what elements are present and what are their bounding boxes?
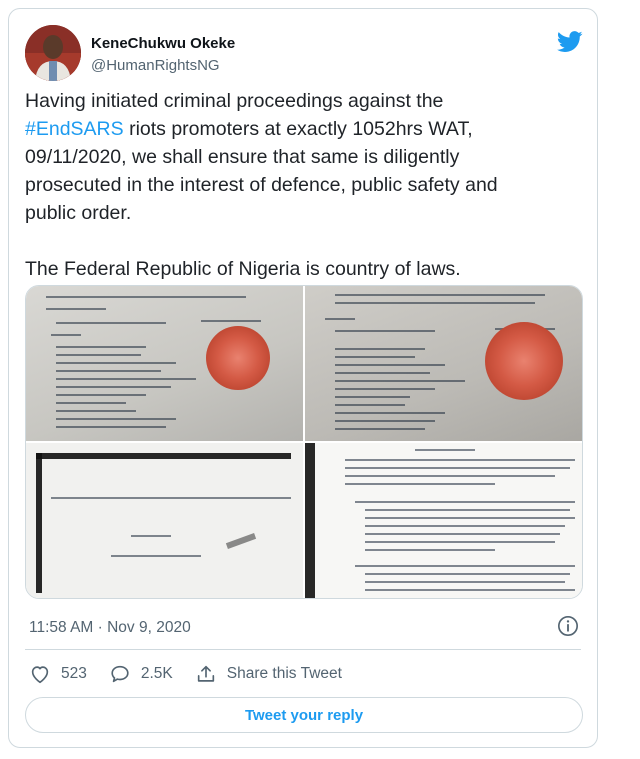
avatar[interactable]	[25, 25, 81, 81]
tweet-actions: 523 2.5K Share this Tweet	[29, 661, 364, 687]
reply-button[interactable]: 2.5K	[109, 663, 173, 685]
heart-icon	[31, 666, 49, 684]
document-photo-3[interactable]	[26, 443, 303, 598]
tweet-text-part2: riots promoters at exactly 1052hrs WAT, …	[25, 118, 498, 280]
document-photo-2[interactable]	[305, 286, 582, 441]
tweet-your-reply-button[interactable]: Tweet your reply	[25, 697, 583, 733]
document-photo-1[interactable]	[26, 286, 303, 441]
share-icon	[197, 665, 214, 682]
media-grid	[25, 285, 583, 599]
info-icon[interactable]	[557, 615, 579, 637]
author-handle[interactable]: @HumanRightsNG	[91, 57, 220, 74]
court-stamp	[206, 326, 270, 390]
tweet-timestamp[interactable]: 11:58 AM · Nov 9, 2020	[29, 619, 191, 637]
like-button[interactable]: 523	[29, 663, 87, 685]
hashtag-link[interactable]: #EndSARS	[25, 118, 124, 140]
tweet-text-part1: Having initiated criminal proceedings ag…	[25, 90, 444, 112]
tweet-card: KeneChukwu Okeke @HumanRightsNG Having i…	[8, 8, 598, 748]
like-count: 523	[61, 665, 87, 682]
tweet-text: Having initiated criminal proceedings ag…	[25, 87, 585, 283]
twitter-bird-icon[interactable]	[557, 31, 583, 53]
divider	[25, 649, 581, 650]
document-photo-4[interactable]	[305, 443, 582, 598]
reply-count: 2.5K	[140, 665, 173, 682]
court-stamp-2	[485, 322, 563, 400]
author-name[interactable]: KeneChukwu Okeke	[91, 35, 235, 52]
share-button[interactable]: Share this Tweet	[195, 663, 342, 685]
share-label: Share this Tweet	[226, 665, 342, 682]
reply-bubble-icon	[111, 665, 129, 683]
